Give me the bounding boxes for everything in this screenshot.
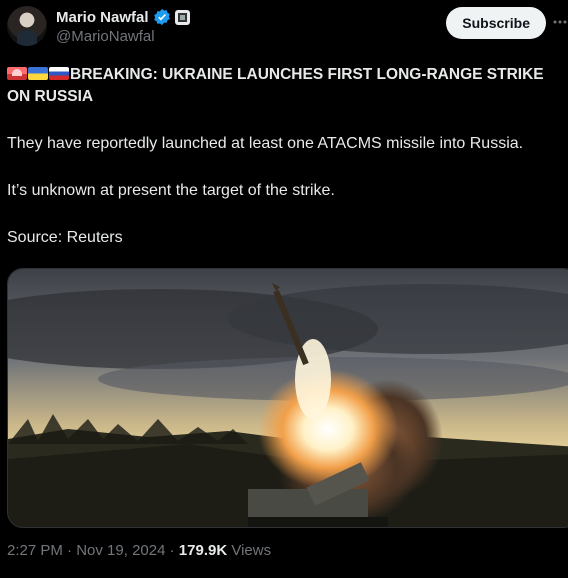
flag-russia-icon [49, 67, 69, 80]
missile-launch-photo [8, 269, 568, 527]
affiliate-badge-icon[interactable] [174, 9, 190, 25]
meta-separator: · [169, 542, 175, 559]
views-count: 179.9K [178, 542, 228, 559]
siren-icon [7, 67, 27, 80]
post-body: BREAKING: UKRAINE LAUNCHES FIRST LONG-RA… [7, 64, 566, 249]
author-handle[interactable]: @MarioNawfal [56, 28, 155, 45]
post-meta: 2:27 PM · Nov 19, 2024 · 179.9K Views [7, 542, 271, 559]
post-paragraph-2: It’s unknown at present the target of th… [7, 182, 335, 199]
views-label: Views [231, 542, 272, 559]
post-time[interactable]: 2:27 PM [7, 542, 63, 559]
post-date[interactable]: Nov 19, 2024 [76, 542, 165, 559]
post-header: Mario Nawfal @MarioNawfal Subscribe [7, 6, 568, 50]
flag-ukraine-icon [28, 67, 48, 80]
post-headline: BREAKING: UKRAINE LAUNCHES FIRST LONG-RA… [7, 64, 566, 108]
more-icon[interactable] [552, 14, 568, 30]
author-name[interactable]: Mario Nawfal [56, 9, 149, 26]
subscribe-button[interactable]: Subscribe [446, 7, 546, 39]
verified-badge-icon[interactable] [153, 8, 171, 26]
headline-text: BREAKING: UKRAINE LAUNCHES FIRST LONG-RA… [7, 66, 544, 105]
meta-separator: · [67, 542, 73, 559]
post-paragraph-1: They have reportedly launched at least o… [7, 135, 524, 152]
post-source: Source: Reuters [7, 229, 123, 246]
author-name-row: Mario Nawfal [56, 8, 190, 26]
avatar[interactable] [7, 6, 47, 46]
post-media-image[interactable] [7, 268, 568, 528]
